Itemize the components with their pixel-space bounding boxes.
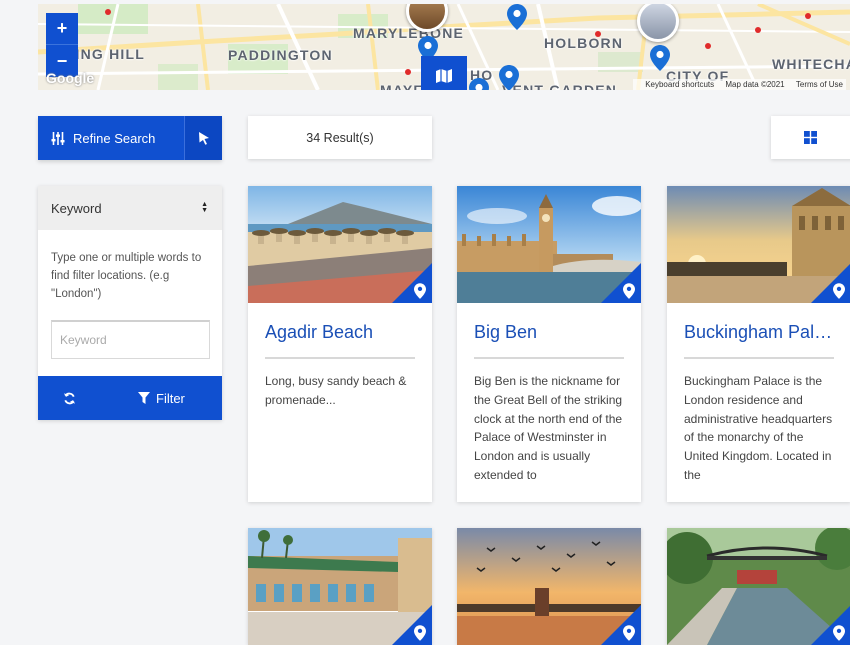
- refine-search-bar: Refine Search: [38, 116, 222, 160]
- location-card[interactable]: [457, 528, 641, 645]
- zoom-in-button[interactable]: +: [46, 13, 78, 45]
- keyword-sort-header[interactable]: Keyword ▲ ▼: [38, 186, 222, 230]
- grid-view-button[interactable]: [771, 116, 850, 159]
- location-pin-icon[interactable]: [469, 78, 489, 90]
- filter-help-text: Type one or multiple words to find filte…: [51, 252, 202, 300]
- location-pin-icon[interactable]: [650, 45, 670, 71]
- location-card[interactable]: [248, 528, 432, 645]
- location-card[interactable]: Big Ben Big Ben is the nickname for the …: [457, 186, 641, 502]
- sliders-icon: [51, 131, 65, 145]
- plus-icon: +: [56, 18, 68, 38]
- reset-filter-button[interactable]: [38, 376, 100, 420]
- results-count: 34 Result(s): [248, 116, 432, 159]
- keyword-input[interactable]: [51, 320, 210, 359]
- filter-actions: Filter: [38, 376, 222, 420]
- location-pin-icon: [833, 625, 845, 641]
- map-attribution: Keyboard shortcuts Map data ©2021 Terms …: [633, 79, 846, 90]
- card-image: [457, 528, 641, 645]
- map-toggle-button[interactable]: [421, 56, 467, 90]
- location-pin-icon[interactable]: [499, 65, 519, 90]
- refine-search-button[interactable]: Refine Search: [38, 116, 184, 160]
- terms-link[interactable]: Terms of Use: [796, 80, 843, 89]
- grid-icon: [804, 131, 817, 144]
- location-map[interactable]: TTING HILL PADDINGTON MARYLEBONE HOLBORN…: [38, 4, 850, 90]
- map-label-mayfair: MAYF: [380, 82, 424, 90]
- reset-icon: [63, 392, 75, 404]
- location-pin-icon: [623, 625, 635, 641]
- location-pin-icon[interactable]: [507, 4, 527, 30]
- filter-label: Filter: [156, 390, 185, 406]
- card-description: Buckingham Palace is the London residenc…: [684, 374, 833, 480]
- sort-icon: ▲ ▼: [201, 201, 208, 214]
- card-title[interactable]: Agadir Beach: [248, 303, 432, 349]
- map-label-paddington: PADDINGTON: [228, 47, 333, 63]
- map-label-whitechapel: WHITECHA: [772, 56, 850, 72]
- location-pin-icon: [414, 283, 426, 299]
- google-logo: Google: [46, 70, 95, 86]
- card-image: [248, 528, 432, 645]
- location-card[interactable]: [667, 528, 850, 645]
- funnel-icon: [138, 392, 150, 404]
- location-pin-icon: [623, 283, 635, 299]
- keyboard-shortcuts-link[interactable]: Keyboard shortcuts: [645, 80, 714, 89]
- minus-icon: −: [56, 50, 68, 71]
- pointer-icon: [198, 132, 209, 145]
- keyword-header-label: Keyword: [51, 200, 102, 216]
- collapse-sidebar-button[interactable]: [184, 116, 222, 160]
- card-image: [667, 186, 850, 303]
- card-image: [457, 186, 641, 303]
- map-label-marylebone: MARYLEBONE: [353, 25, 465, 41]
- card-description: Big Ben is the nickname for the Great Be…: [474, 374, 623, 480]
- map-label-holborn: HOLBORN: [544, 35, 624, 51]
- filter-panel: Keyword ▲ ▼ Type one or multiple words to…: [38, 186, 222, 420]
- location-pin-icon: [833, 283, 845, 299]
- map-label-covent-garden: VENT GARDEN: [502, 82, 618, 90]
- refine-search-label: Refine Search: [73, 130, 156, 146]
- map-icon: [436, 69, 452, 83]
- location-pin-icon: [414, 625, 426, 641]
- map-data-text: Map data ©2021: [725, 80, 785, 89]
- card-image: [667, 528, 850, 645]
- card-description: Long, busy sandy beach & promenade...: [265, 374, 407, 407]
- location-card[interactable]: Agadir Beach Long, busy sandy beach & pr…: [248, 186, 432, 502]
- card-image: [248, 186, 432, 303]
- location-card[interactable]: Buckingham Palace Buckingham Palace is t…: [667, 186, 850, 502]
- filter-button[interactable]: Filter: [100, 376, 222, 420]
- card-title[interactable]: Buckingham Palace: [667, 303, 850, 349]
- card-title[interactable]: Big Ben: [457, 303, 641, 349]
